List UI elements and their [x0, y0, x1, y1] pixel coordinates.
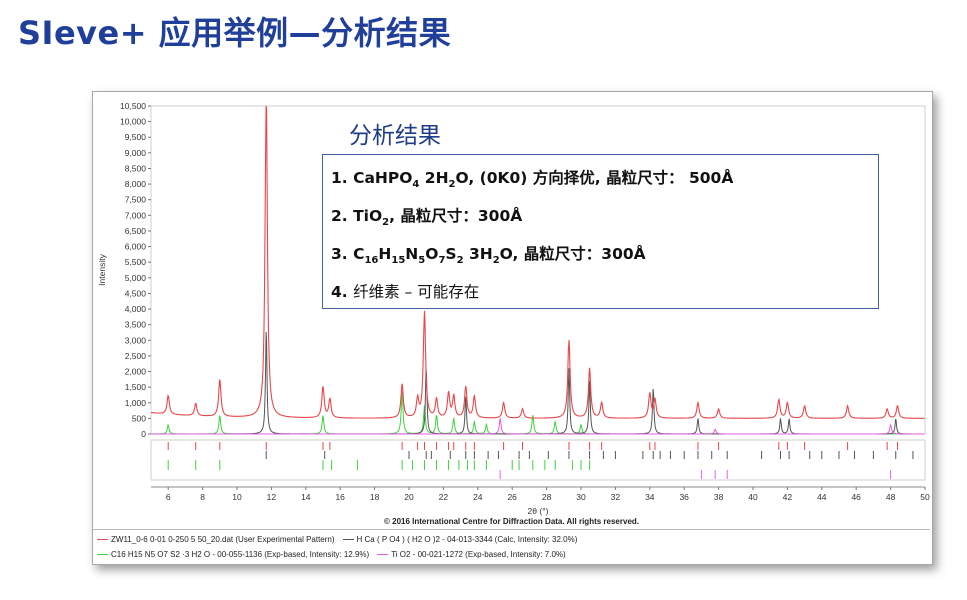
copyright-notice: © 2016 International Centre for Diffract…	[384, 517, 639, 526]
x-tick-label: 14	[301, 492, 311, 502]
legend-row: C16 H15 N5 O7 S2 ·3 H2 O - 00-055-1136 (…	[97, 548, 574, 562]
x-tick-label: 24	[473, 492, 483, 502]
tick-panel-frame	[150, 439, 926, 481]
y-tick-label: 9,000	[125, 148, 147, 158]
y-tick-label: 500	[132, 413, 146, 423]
legend-swatch	[97, 554, 108, 556]
legend-item-tio2: Ti O2 - 00-021-1272 (Exp-based, Intensit…	[377, 548, 566, 562]
legend-row: ZW11_0-6 0-01 0-250 5 50_20.dat (User Ex…	[97, 533, 585, 547]
x-tick-label: 46	[851, 492, 861, 502]
x-tick-label: 6	[166, 492, 171, 502]
results-panel: 1. CaHPO4 2H2O, (0K0) 方向择优, 晶粒尺寸： 500Å 2.…	[322, 154, 879, 309]
x-tick-label: 18	[370, 492, 380, 502]
x-tick-label: 50	[920, 492, 930, 502]
y-tick-label: 9,500	[125, 132, 147, 142]
result-line-1: 1. CaHPO4 2H2O, (0K0) 方向择优, 晶粒尺寸： 500Å	[331, 169, 734, 191]
y-tick-label: 6,500	[125, 226, 147, 236]
y-tick-label: 5,500	[125, 257, 147, 267]
x-tick-label: 32	[611, 492, 621, 502]
x-tick-label: 30	[576, 492, 586, 502]
legend-swatch	[342, 539, 354, 541]
y-tick-label: 1,000	[125, 398, 147, 408]
y-tick-label: 4,000	[125, 304, 147, 314]
x-tick-label: 28	[542, 492, 552, 502]
y-tick-label: 8,500	[125, 163, 147, 173]
y-tick-label: 1,500	[125, 382, 147, 392]
y-tick-label: 2,000	[125, 367, 147, 377]
slide-title: SIeve+ 应用举例—分析结果	[18, 14, 452, 52]
legend-swatch	[97, 539, 108, 541]
y-tick-label: 6,000	[125, 242, 147, 252]
x-axis-label: 2θ (°)	[528, 506, 549, 516]
legend-item-hca: H Ca ( P O4 ) ( H2 O )2 - 04-013-3344 (C…	[342, 533, 578, 547]
y-tick-label: 2,500	[125, 351, 147, 361]
y-tick-label: 5,000	[125, 273, 147, 283]
legend-label: C16 H15 N5 O7 S2 ·3 H2 O - 00-055-1136 (…	[111, 550, 370, 559]
x-tick-label: 36	[679, 492, 689, 502]
x-tick-label: 26	[507, 492, 517, 502]
series-tio2-profile	[151, 416, 925, 435]
y-tick-label: 7,500	[125, 195, 147, 205]
legend-item-experimental: ZW11_0-6 0-01 0-250 5 50_20.dat (User Ex…	[97, 533, 335, 547]
legend-label: Ti O2 - 00-021-1272 (Exp-based, Intensit…	[391, 550, 566, 559]
legend-item-c16: C16 H15 N5 O7 S2 ·3 H2 O - 00-055-1136 (…	[97, 548, 369, 562]
legend-swatch	[377, 554, 389, 556]
x-tick-label: 38	[714, 492, 724, 502]
y-tick-label: 10,000	[120, 117, 146, 127]
y-tick-label: 4,500	[125, 288, 147, 298]
legend-label: H Ca ( P O4 ) ( H2 O )2 - 04-013-3344 (C…	[356, 535, 578, 544]
panel-heading: 分析结果	[349, 123, 441, 149]
x-tick-label: 48	[886, 492, 896, 502]
x-tick-label: 20	[404, 492, 414, 502]
y-tick-label: 3,500	[125, 320, 147, 330]
y-tick-label: 3,000	[125, 335, 147, 345]
xrd-figure: 0 500 1,000 1,500 2,000 2,500 3,000 3,500 4,000 4…	[92, 91, 933, 565]
x-tick-label: 34	[645, 492, 655, 502]
y-tick-label: 10,500	[120, 101, 146, 111]
y-tick-label: 8,000	[125, 179, 147, 189]
x-tick-label: 8	[200, 492, 205, 502]
x-tick-label: 22	[439, 492, 449, 502]
x-tick-label: 10	[232, 492, 242, 502]
x-tick-label: 16	[335, 492, 345, 502]
x-tick-label: 12	[267, 492, 277, 502]
result-line-3: 3. C16H15N5O7S2 3H2O, 晶粒尺寸：300Å	[331, 245, 646, 267]
y-axis-label: Intensity	[97, 253, 107, 285]
result-line-4: 4. 纤维素 – 可能存在	[331, 283, 480, 301]
y-tick-label: 0	[141, 429, 146, 439]
x-tick-label: 42	[783, 492, 793, 502]
chart-legend: ZW11_0-6 0-01 0-250 5 50_20.dat (User Ex…	[93, 529, 930, 564]
result-line-2: 2. TiO2, 晶粒尺寸：300Å	[331, 207, 523, 229]
x-tick-label: 40	[748, 492, 758, 502]
x-tick-label: 44	[817, 492, 827, 502]
legend-label: ZW11_0-6 0-01 0-250 5 50_20.dat (User Ex…	[111, 535, 335, 544]
series-hca-profile	[151, 331, 925, 435]
y-tick-label: 7,000	[125, 210, 147, 220]
